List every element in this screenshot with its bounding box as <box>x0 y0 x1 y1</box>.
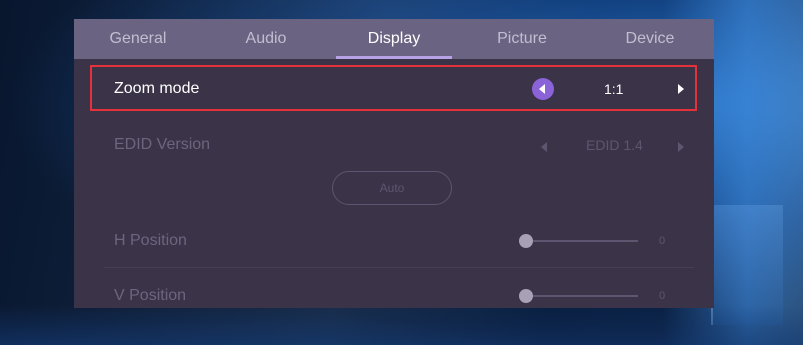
zoom-mode-prev-button[interactable] <box>532 78 554 100</box>
v-position-slider-track <box>526 295 638 297</box>
v-position-row: V Position 0 <box>74 272 714 308</box>
h-position-row: H Position 0 <box>74 217 714 265</box>
h-position-value: 0 <box>659 235 666 247</box>
edid-prev-button <box>541 142 549 152</box>
arrow-right-icon <box>678 142 684 152</box>
tab-picture[interactable]: Picture <box>458 19 586 59</box>
h-position-slider-track <box>526 240 638 242</box>
arrow-left-icon <box>539 84 545 94</box>
tab-bar: General Audio Display Picture Device <box>74 19 714 59</box>
edid-version-row: EDID Version EDID 1.4 <box>74 121 714 169</box>
arrow-left-icon <box>541 142 547 152</box>
osd-menu-panel: General Audio Display Picture Device Zoo… <box>74 19 714 308</box>
edid-next-button <box>678 142 684 152</box>
edid-version-label: EDID Version <box>114 136 211 153</box>
row-divider <box>104 267 694 268</box>
h-position-slider-knob <box>519 234 533 248</box>
h-position-label: H Position <box>114 232 187 249</box>
zoom-mode-label: Zoom mode <box>114 80 200 97</box>
tab-general[interactable]: General <box>74 19 202 59</box>
zoom-mode-row[interactable]: Zoom mode 1:1 <box>74 64 714 114</box>
v-position-slider-knob <box>519 289 533 303</box>
tab-audio[interactable]: Audio <box>202 19 330 59</box>
auto-button: Auto <box>332 171 452 205</box>
edid-version-value: EDID 1.4 <box>586 137 643 153</box>
v-position-value: 0 <box>659 290 666 302</box>
tab-device[interactable]: Device <box>586 19 714 59</box>
zoom-mode-value: 1:1 <box>604 81 624 97</box>
v-position-label: V Position <box>114 287 187 304</box>
wallpaper-floor <box>0 305 803 345</box>
tab-display[interactable]: Display <box>330 19 458 59</box>
arrow-right-icon <box>678 84 684 94</box>
zoom-mode-next-button[interactable] <box>678 84 684 94</box>
